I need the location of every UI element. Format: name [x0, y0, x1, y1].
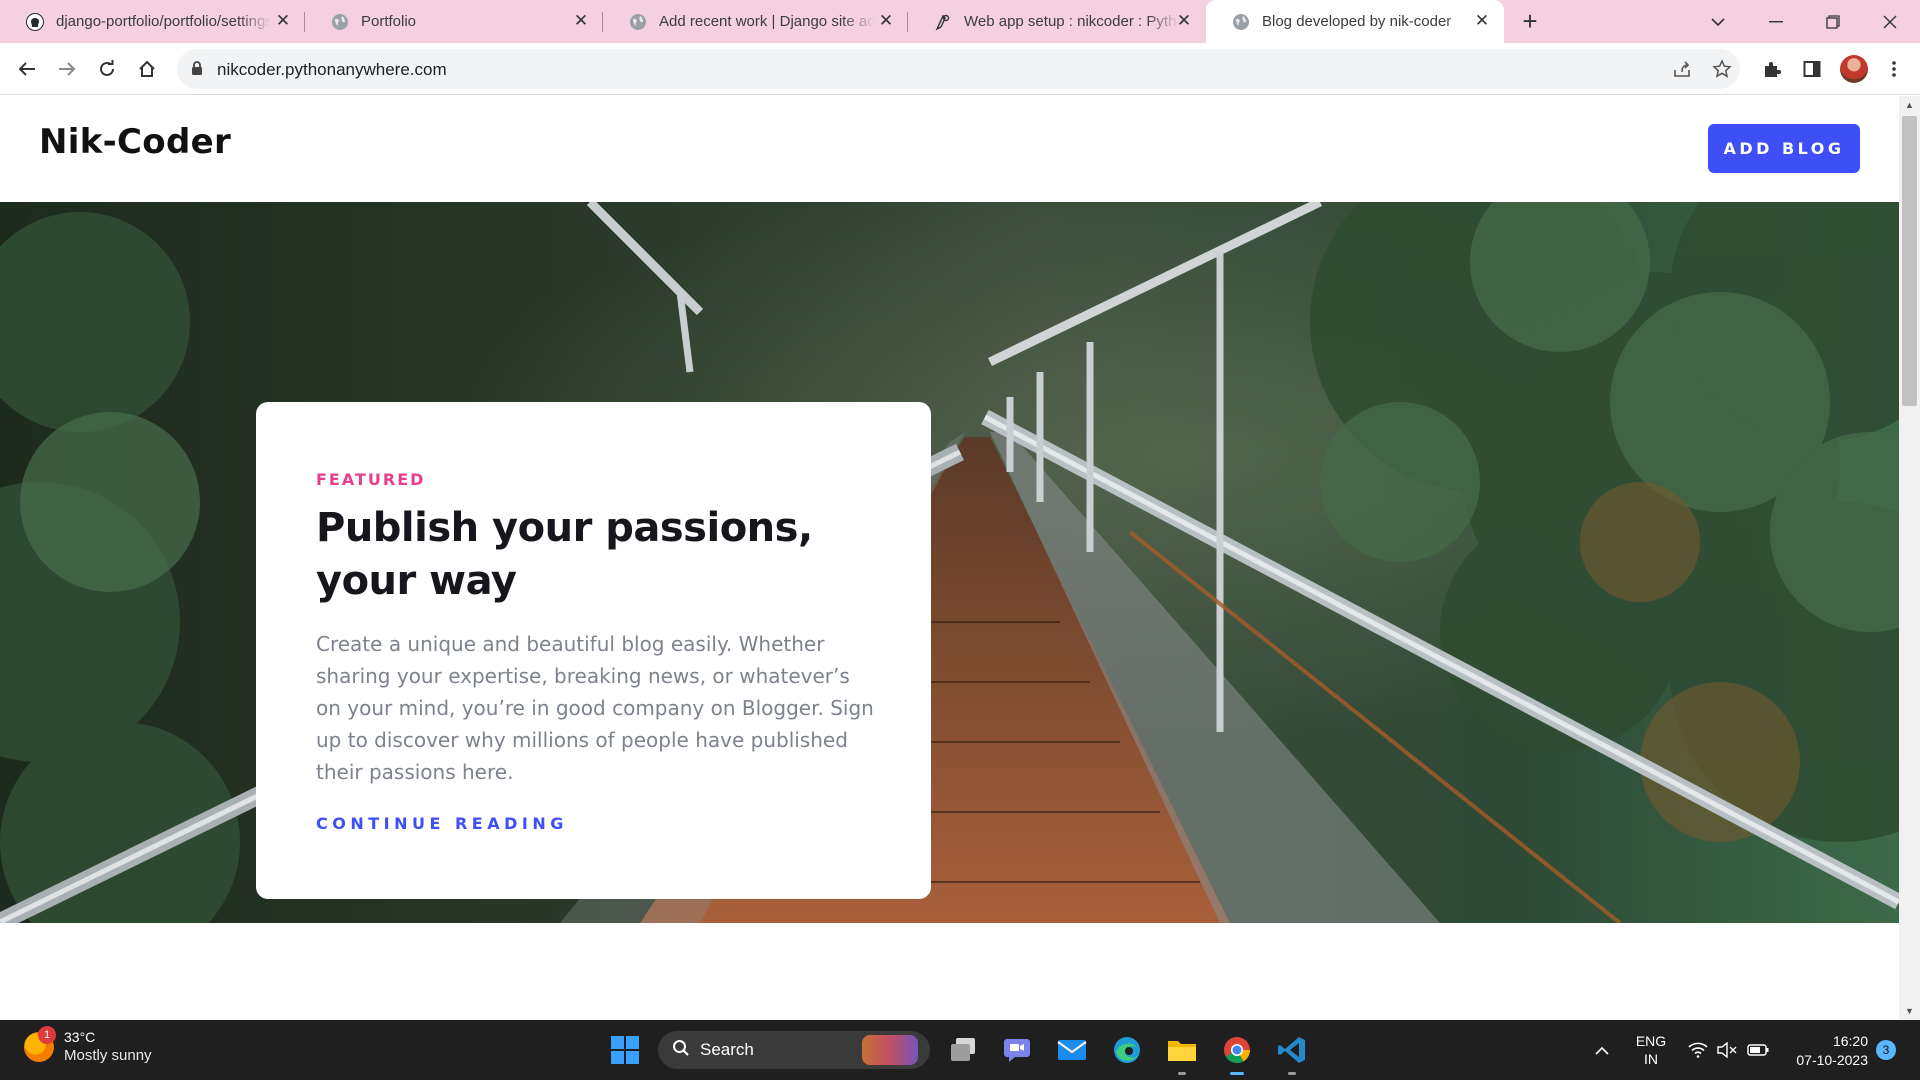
teams-chat-icon[interactable]: [998, 1031, 1036, 1069]
task-view-icon[interactable]: [944, 1031, 982, 1069]
featured-label: FEATURED: [316, 470, 426, 489]
bookmark-star-icon[interactable]: [1711, 58, 1733, 80]
wifi-icon[interactable]: [1684, 1020, 1712, 1080]
tab-title: django-portfolio/portfolio/settings: [56, 13, 271, 30]
new-tab-button[interactable]: +: [1516, 8, 1544, 36]
python-icon: [934, 13, 952, 31]
close-icon[interactable]: ✕: [273, 11, 293, 31]
weather-badge: 1: [38, 1025, 56, 1044]
tab-title: Blog developed by nik-coder: [1262, 13, 1452, 30]
lock-icon[interactable]: [191, 60, 203, 81]
search-highlight-icon: [862, 1035, 918, 1065]
globe-icon: [629, 13, 647, 31]
browser-toolbar: nikcoder.pythonanywhere.com: [0, 43, 1920, 95]
language-code: ENG: [1635, 1033, 1667, 1049]
clock-time: 16:20: [1832, 1033, 1868, 1049]
mail-icon[interactable]: [1053, 1031, 1091, 1069]
tab-title: Web app setup : nikcoder : PythonAnywher…: [964, 13, 1179, 30]
globe-icon: [1232, 13, 1250, 31]
back-arrow-icon[interactable]: [11, 53, 43, 85]
vscode-icon[interactable]: [1273, 1031, 1311, 1075]
share-icon[interactable]: [1671, 58, 1693, 80]
continue-reading-link[interactable]: CONTINUE READING: [316, 814, 568, 833]
close-icon[interactable]: ✕: [571, 11, 591, 31]
add-blog-button[interactable]: ADD BLOG: [1708, 124, 1860, 173]
system-clock[interactable]: 16:20 07-10-2023: [1782, 1032, 1868, 1070]
site-title[interactable]: Nik-Coder: [39, 122, 231, 162]
home-icon[interactable]: [131, 53, 163, 85]
profile-avatar[interactable]: [1840, 55, 1868, 83]
extensions-puzzle-icon[interactable]: [1756, 53, 1788, 85]
windows-taskbar: 1 33°C Mostly sunny Search ENG IN 16:20 …: [0, 1020, 1920, 1080]
clock-date: 07-10-2023: [1796, 1052, 1868, 1068]
edge-browser-icon[interactable]: [1108, 1031, 1146, 1069]
notification-badge[interactable]: 3: [1876, 1040, 1896, 1060]
close-window-button[interactable]: [1862, 0, 1918, 43]
close-icon[interactable]: ✕: [1472, 11, 1492, 31]
forward-arrow-icon[interactable]: [51, 53, 83, 85]
page-scrollbar[interactable]: ▲ ▼: [1899, 96, 1920, 1020]
temperature: 33°C: [64, 1029, 96, 1045]
tab-blog-active[interactable]: Blog developed by nik-coder ✕: [1206, 0, 1504, 43]
tab-search-chevron-icon[interactable]: [1690, 0, 1746, 43]
minimize-button[interactable]: [1748, 0, 1804, 43]
scroll-thumb[interactable]: [1902, 116, 1917, 406]
post-headline: Publish your passions, your way: [316, 505, 813, 604]
page-viewport: Nik-Coder ADD BLOG FEATURED Publish your…: [0, 96, 1920, 1020]
reload-icon[interactable]: [91, 53, 123, 85]
url-text: nikcoder.pythonanywhere.com: [217, 60, 447, 79]
language-indicator[interactable]: ENG IN: [1628, 1020, 1674, 1080]
github-icon: [26, 12, 44, 31]
chrome-icon[interactable]: [1218, 1031, 1256, 1075]
volume-muted-icon[interactable]: [1714, 1020, 1740, 1080]
featured-post-card: FEATURED Publish your passions, your way…: [256, 402, 931, 899]
weather-condition: Mostly sunny: [64, 1047, 152, 1064]
region-code: IN: [1644, 1051, 1658, 1067]
tab-title: Portfolio: [361, 13, 417, 30]
search-label: Search: [700, 1040, 754, 1059]
tab-github-settings[interactable]: django-portfolio/portfolio/settings ✕: [0, 0, 305, 43]
taskbar-search[interactable]: Search: [658, 1031, 930, 1069]
windows-start-icon[interactable]: [606, 1031, 644, 1069]
weather-widget[interactable]: 1 33°C Mostly sunny: [24, 1025, 152, 1065]
sun-cloud-icon: 1: [24, 1025, 56, 1062]
tab-portfolio[interactable]: Portfolio ✕: [305, 0, 603, 43]
close-icon[interactable]: ✕: [1174, 11, 1194, 31]
address-bar[interactable]: nikcoder.pythonanywhere.com: [177, 49, 1740, 89]
search-icon: [672, 1039, 690, 1062]
hero-banner: FEATURED Publish your passions, your way…: [0, 202, 1899, 923]
globe-icon: [331, 13, 349, 31]
battery-icon[interactable]: [1744, 1020, 1772, 1080]
tab-django-admin[interactable]: Add recent work | Django site admin ✕: [603, 0, 908, 43]
side-panel-icon[interactable]: [1796, 53, 1828, 85]
browser-tab-strip: django-portfolio/portfolio/settings ✕ Po…: [0, 0, 1920, 43]
scroll-down-arrow-icon[interactable]: ▼: [1899, 1002, 1920, 1020]
hidden-icons-chevron-icon[interactable]: [1590, 1020, 1614, 1080]
post-excerpt: Create a unique and beautiful blog easil…: [316, 632, 874, 784]
close-icon[interactable]: ✕: [876, 11, 896, 31]
tab-title: Add recent work | Django site admin: [659, 13, 874, 30]
restore-button[interactable]: [1805, 0, 1861, 43]
tab-pythonanywhere[interactable]: Web app setup : nikcoder : PythonAnywher…: [908, 0, 1206, 43]
scroll-up-arrow-icon[interactable]: ▲: [1899, 96, 1920, 114]
menu-kebab-icon[interactable]: [1878, 53, 1910, 85]
file-explorer-icon[interactable]: [1163, 1031, 1201, 1075]
site-header: Nik-Coder ADD BLOG: [0, 96, 1899, 202]
